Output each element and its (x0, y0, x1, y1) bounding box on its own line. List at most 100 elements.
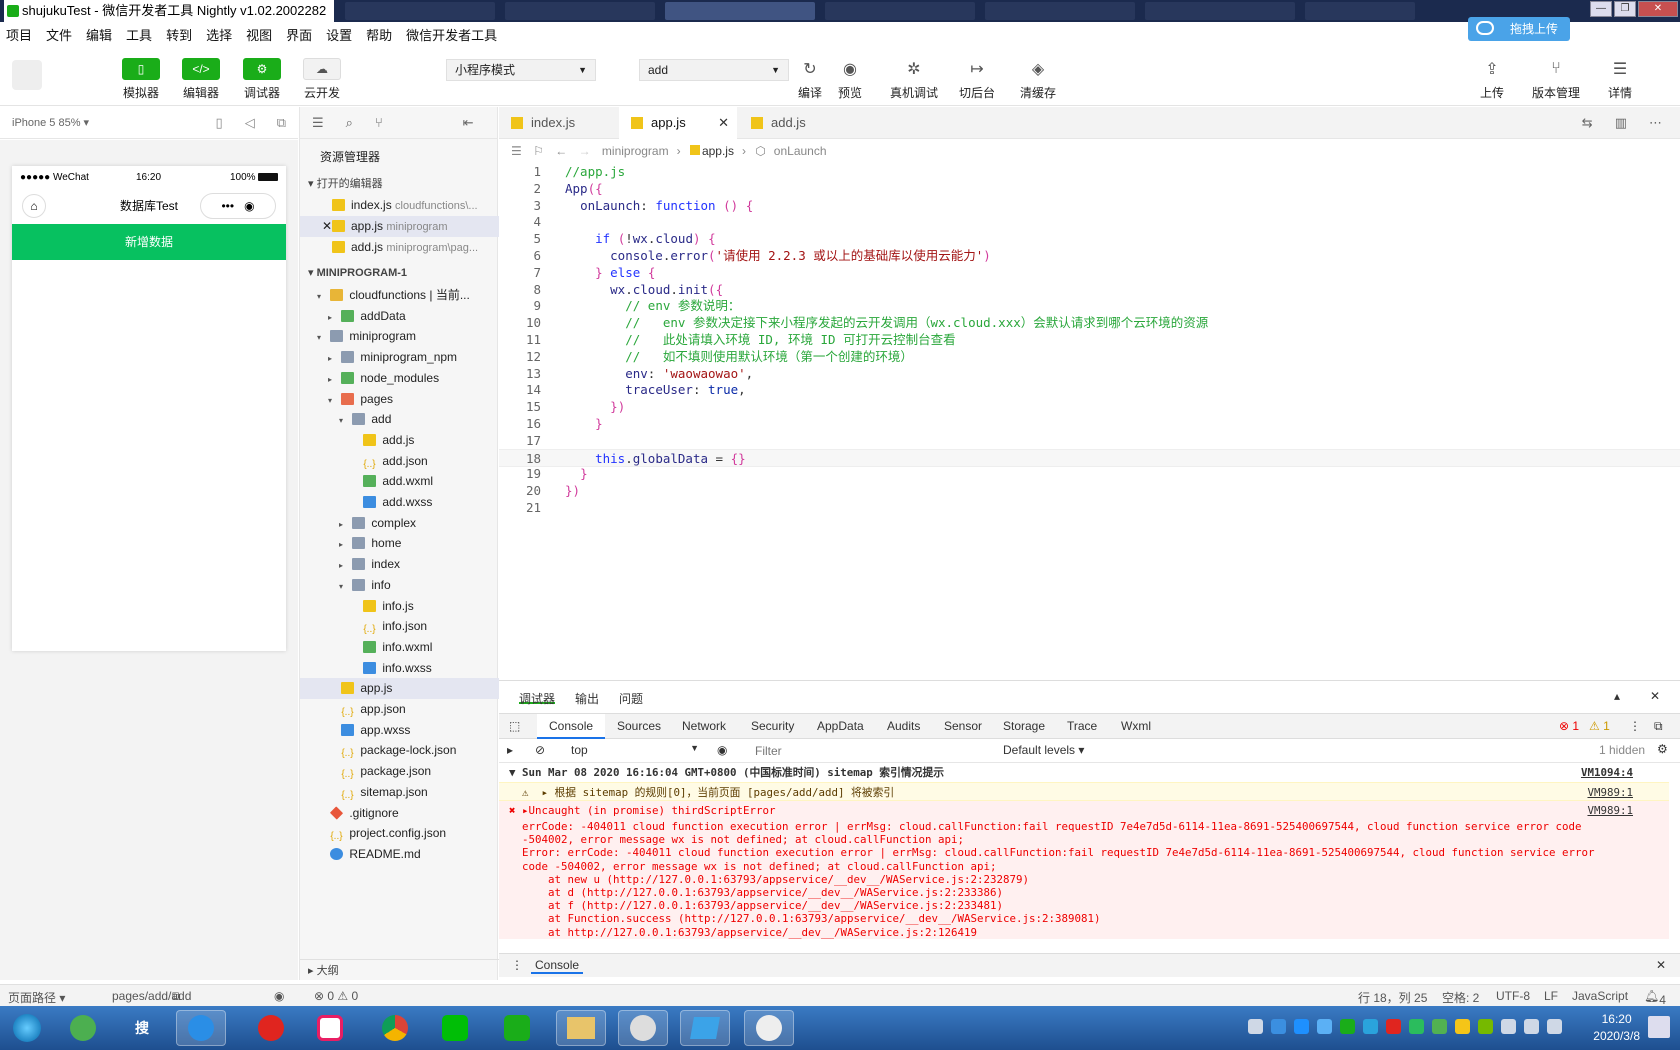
chevron-icon[interactable]: ▾ (339, 576, 349, 596)
console-error[interactable]: code -504002, error message wx is not de… (499, 859, 1669, 873)
console-error[interactable]: ✖ ▸Uncaught (in promise) thirdScriptErro… (499, 801, 1669, 820)
file-tree-item[interactable]: {..} info.json (300, 616, 499, 637)
drag-upload-button[interactable]: 拖拽上传 (1468, 17, 1570, 41)
tray-chat-icon[interactable] (1363, 1019, 1378, 1034)
error-count-badge[interactable]: ⊗ 1 (1559, 714, 1579, 739)
log-source-link[interactable]: VM989:1 (1587, 783, 1633, 802)
line-ending[interactable]: LF (1544, 989, 1558, 1003)
menu-settings[interactable]: 设置 (326, 25, 352, 44)
tray-flag-icon[interactable] (1524, 1019, 1539, 1034)
close-panel-icon[interactable]: ✕ (1650, 689, 1660, 703)
gear-icon[interactable]: ⚙ (1657, 742, 1668, 756)
console-error[interactable]: -504002, error message wx is not defined… (499, 833, 1669, 847)
open-editor-item[interactable]: ✕ app.js miniprogram (300, 216, 499, 237)
breadcrumb-item[interactable]: app.js (702, 144, 734, 158)
code-line[interactable]: 4 (499, 213, 1680, 231)
taskbar-app-music[interactable] (246, 1010, 296, 1046)
background-button[interactable]: ↦ 切后台 (947, 58, 1007, 101)
tab-console[interactable]: Console (537, 714, 606, 739)
page-path-select[interactable]: 页面路径 ▾ (8, 989, 65, 1006)
more-icon[interactable]: ⋮ (1629, 714, 1641, 739)
menu-view[interactable]: 视图 (246, 25, 272, 44)
tray-network-icon[interactable] (1501, 1019, 1516, 1034)
tab-network[interactable]: Network (682, 714, 726, 739)
code-line[interactable]: 5 if (!wx.cloud) { (499, 230, 1680, 248)
more-icon[interactable]: ••• (221, 199, 234, 213)
console-error[interactable]: at f (http://127.0.0.1:63793/appservice/… (499, 899, 1669, 913)
maximize-panel-icon[interactable]: ▴ (1614, 689, 1620, 703)
more-icon[interactable]: ⋯ (1649, 115, 1662, 131)
chevron-icon[interactable]: ▸ (328, 307, 338, 327)
file-tree-item[interactable]: ▸ miniprogram_npm (300, 347, 499, 368)
code-line[interactable]: 11 // 此处请填入环境 ID, 环境 ID 可打开云控制台查看 (499, 331, 1680, 349)
chevron-icon[interactable]: ▸ (339, 555, 349, 575)
tab-index-js[interactable]: index.js (499, 107, 617, 139)
eye-icon[interactable]: ◉ (717, 743, 727, 757)
console-group[interactable]: ▼ Sun Mar 08 2020 16:16:04 GMT+0800 (中国标… (499, 763, 1669, 782)
code-line[interactable]: 9 // env 参数说明： (499, 297, 1680, 315)
code-editor[interactable]: 1//app.js 2 App({3 onLaunch: function () {… (499, 162, 1680, 677)
code-line[interactable]: 6 console.error('请使用 2.2.3 或以上的基础库以使用云能力… (499, 247, 1680, 265)
editor-toggle-button[interactable]: </> 编辑器 (171, 58, 231, 101)
open-editors-header[interactable]: ▾ 打开的编辑器 (300, 174, 499, 194)
cursor-position[interactable]: 行 18，列 25 (1358, 989, 1427, 1006)
notification-bell[interactable]: 🔔︎ 4 (1644, 989, 1666, 1007)
tab-appdata[interactable]: AppData (817, 714, 864, 739)
menu-project[interactable]: 项目 (6, 25, 32, 44)
menu-wechat-devtools[interactable]: 微信开发者工具 (406, 25, 497, 44)
tray-360-icon[interactable] (1432, 1019, 1447, 1034)
tab-add-js[interactable]: add.js (739, 107, 857, 139)
taskbar-app-player[interactable] (492, 1010, 542, 1046)
menu-select[interactable]: 选择 (206, 25, 232, 44)
chevron-icon[interactable]: ▸ (339, 534, 349, 554)
file-tree-item[interactable]: app.js (300, 678, 499, 700)
open-editor-item[interactable]: index.js cloudfunctions\... (300, 195, 499, 216)
file-tree-item[interactable]: ▸ complex (300, 513, 499, 534)
menu-file[interactable]: 文件 (46, 25, 72, 44)
breadcrumb-item[interactable]: miniprogram (602, 144, 669, 158)
chevron-icon[interactable]: ▾ (317, 327, 327, 347)
maximize-button[interactable]: ❐ (1614, 1, 1636, 17)
taskbar-app-browser[interactable] (176, 1010, 226, 1046)
tab-trace[interactable]: Trace (1067, 714, 1097, 739)
taskbar-app-chrome[interactable] (370, 1010, 420, 1046)
file-tree-item[interactable]: ▸ index (300, 554, 499, 575)
file-tree-item[interactable]: info.wxss (300, 658, 499, 679)
details-button[interactable]: ☰ 详情 (1590, 58, 1650, 101)
minimize-button[interactable]: — (1590, 1, 1612, 17)
log-source-link[interactable]: VM989:1 (1587, 801, 1633, 820)
close-icon[interactable]: ✕ (322, 216, 332, 237)
language-mode[interactable]: JavaScript (1572, 989, 1628, 1003)
start-button[interactable] (2, 1010, 52, 1046)
split-editor-icon[interactable]: ▥ (1615, 115, 1627, 131)
background-window-tab[interactable] (1305, 2, 1415, 20)
code-line[interactable]: 14 traceUser: true, (499, 381, 1680, 399)
tab-output[interactable]: 输出 (575, 690, 599, 706)
tray-volume-icon[interactable] (1547, 1019, 1562, 1034)
popout-icon[interactable]: ⧉ (277, 115, 286, 131)
code-line[interactable]: 20}) (499, 482, 1680, 500)
console-error[interactable]: at new u (http://127.0.0.1:63793/appserv… (499, 872, 1669, 886)
background-window-tab[interactable] (1145, 2, 1295, 20)
sidebar-toggle-icon[interactable]: ▸ (507, 743, 513, 757)
phone-icon[interactable]: ▯ (216, 115, 223, 131)
console-error[interactable]: Error: errCode: -404011 cloud function e… (499, 846, 1669, 860)
breadcrumb-item[interactable]: onLaunch (774, 144, 827, 158)
file-tree-item[interactable]: {..} add.json (300, 451, 499, 472)
tray-cloud-icon[interactable] (1271, 1019, 1286, 1034)
file-tree-item[interactable]: {..} project.config.json (300, 823, 499, 844)
file-tree-item[interactable]: add.wxss (300, 492, 499, 513)
more-icon[interactable]: ⋮ (511, 958, 523, 972)
taskbar-app-sogou[interactable]: 搜 (117, 1010, 167, 1046)
file-tree-item[interactable]: info.wxml (300, 637, 499, 658)
git-icon[interactable]: ⑂ (375, 115, 383, 130)
tray-wechat-icon[interactable] (1340, 1019, 1355, 1034)
chevron-icon[interactable]: ▾ (328, 390, 338, 410)
tab-audits[interactable]: Audits (887, 714, 920, 739)
bookmark-icon[interactable]: ⚐ (533, 144, 544, 158)
real-device-debug-button[interactable]: ✲ 真机调试 (884, 58, 944, 101)
open-editor-item[interactable]: add.js miniprogram\pag... (300, 237, 499, 258)
tab-problems[interactable]: 问题 (619, 690, 643, 706)
outline-header[interactable]: ▸ 大纲 (300, 959, 499, 981)
file-tree-item[interactable]: README.md (300, 844, 499, 865)
